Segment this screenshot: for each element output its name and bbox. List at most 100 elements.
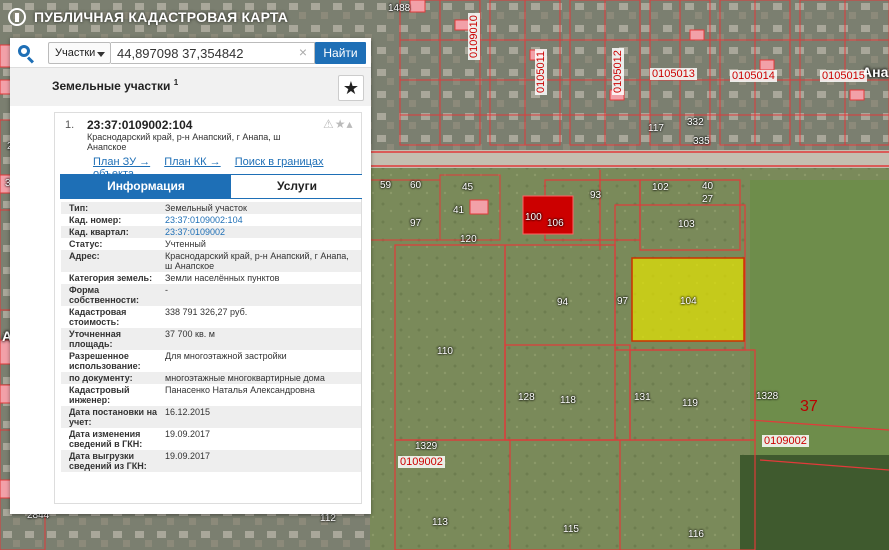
attribute-key: Кадастровая стоимость: (69, 307, 127, 327)
attribute-row: Форма собственности: - (61, 284, 361, 306)
results-header: Земельные участки 1 (10, 68, 371, 106)
cad-number-link[interactable]: 23:37:0109002:104 (161, 214, 361, 226)
card-action-icons: ⚠★▴ (323, 117, 354, 131)
map-plot-number: 115 (563, 524, 579, 535)
attribute-value: 19.09.2017 (165, 429, 211, 439)
attribute-row: Статус: Учтенный (61, 238, 361, 250)
map-plot-number: 45 (462, 182, 474, 193)
attribute-key: Дата изменения сведений в ГКН: (69, 429, 143, 449)
clear-icon[interactable]: × (296, 45, 310, 59)
map-plot-number: 103 (678, 219, 695, 230)
results-title: Земельные участки 1 (52, 78, 178, 93)
attribute-row: Дата изменения сведений в ГКН: 19.09.2017 (61, 428, 361, 450)
map-plot-number: 113 (432, 517, 448, 528)
map-plot-number: 97 (617, 296, 629, 307)
attribute-key: Кадастровый инженер: (69, 385, 130, 405)
map-plot-number: 104 (680, 296, 697, 307)
map-plot-number: 131 (634, 392, 651, 403)
attribute-value: 37 700 кв. м (165, 329, 215, 339)
attribute-value: многоэтажные многоквартирные дома (165, 373, 325, 383)
map-plot-number: 117 (648, 123, 664, 134)
search-input[interactable] (111, 42, 315, 64)
map-plot-number: 59 (380, 180, 392, 191)
map-quarter-label: 0105013 (650, 68, 697, 80)
attribute-key: Тип: (69, 203, 89, 213)
cad-quarter-link[interactable]: 23:37:0109002 (161, 226, 361, 238)
attribute-value: Для многоэтажной застройки (165, 351, 287, 361)
attribute-value: 16.12.2015 (165, 407, 211, 417)
attribute-row: Кад. квартал: 23:37:0109002 (61, 226, 361, 238)
attribute-value: Учтенный (165, 239, 206, 249)
result-index: 1. (65, 119, 75, 131)
map-plot-number: 93 (590, 190, 602, 201)
map-plot-number: 120 (460, 234, 477, 245)
map-plot-number: 112 (320, 513, 336, 524)
plan-kk-link[interactable]: План КК → (164, 156, 220, 168)
map-quarter-label: 0105012 (612, 48, 624, 95)
chevron-down-icon (97, 52, 105, 57)
map-plot-number: 106 (547, 218, 564, 229)
attribute-row: Адрес: Краснодарский край, р-н Анапский, … (61, 250, 361, 272)
result-tabs: Информация Услуги (60, 174, 363, 199)
map-plot-number: 27 (702, 194, 714, 205)
plan-zu-link[interactable]: План ЗУ → (93, 156, 150, 168)
attribute-value: Панасенко Наталья Александровна (165, 385, 315, 395)
map-plot-number: 100 (525, 212, 542, 223)
attribute-row: Кадастровая стоимость: 338 791 326,27 руб… (61, 306, 361, 328)
map-quarter-label: 0109010 (468, 13, 480, 60)
search-icon[interactable] (16, 44, 36, 64)
attribute-row: Тип: Земельный участок (61, 202, 361, 214)
attribute-key: Дата постановки на учет: (69, 407, 158, 427)
map-plot-number: 97 (410, 218, 422, 229)
object-type-select[interactable]: Участки (48, 42, 111, 64)
tab-services[interactable]: Услуги (231, 175, 363, 198)
warning-icon[interactable]: ⚠ (323, 117, 335, 131)
expand-icon[interactable]: ▴ (347, 117, 354, 131)
attribute-key: Разрешенное использование: (69, 351, 141, 371)
result-cad-number[interactable]: 23:37:0109002:104 (87, 118, 192, 132)
object-type-label: Участки (55, 47, 96, 59)
map-plot-number: 94 (557, 297, 569, 308)
map-plot-number: 102 (652, 182, 669, 193)
results-title-text: Земельные участки (52, 79, 171, 93)
attribute-key: Статус: (69, 239, 103, 249)
attribute-row: Уточненная площадь: 37 700 кв. м (61, 328, 361, 350)
map-plot-number: 335 (693, 136, 710, 147)
map-plot-number: 60 (410, 180, 422, 191)
map-plot-number: 119 (682, 398, 698, 409)
map-quarter-label: 0105014 (730, 70, 777, 82)
map-quarter-label: 0105015 (820, 70, 867, 82)
attribute-row: Кад. номер: 23:37:0109002:104 (61, 214, 361, 226)
find-button[interactable]: Найти (315, 42, 366, 64)
map-plot-number: 332 (687, 117, 704, 128)
map-plot-number: 118 (560, 395, 576, 406)
attribute-key: Кад. квартал: (69, 227, 129, 237)
search-bar: Участки × Найти (10, 38, 371, 68)
favorite-star-icon[interactable]: ★ (338, 75, 364, 101)
map-plot-number: 40 (702, 181, 714, 192)
map-quarter-label: 0105011 (535, 48, 547, 95)
search-panel: Участки × Найти Земельные участки 1 ★ 1.… (10, 38, 371, 514)
attribute-key: Кад. номер: (69, 215, 122, 225)
map-plot-number: 1488 (388, 3, 411, 14)
attribute-key: Адрес: (69, 251, 100, 261)
attributes-table: Тип: Земельный участок Кад. номер: 23:37:0… (61, 202, 361, 472)
rosreestr-logo-icon[interactable] (8, 8, 26, 26)
app-header: ПУБЛИЧНАЯ КАДАСТРОВАЯ КАРТА (0, 0, 370, 34)
attribute-value: 338 791 326,27 руб. (165, 307, 248, 317)
attribute-key: Уточненная площадь: (69, 329, 121, 349)
app-title: ПУБЛИЧНАЯ КАДАСТРОВАЯ КАРТА (34, 9, 289, 25)
map-plot-number: 1328 (756, 391, 779, 402)
map-plot-number: 1329 (415, 441, 438, 452)
star-icon[interactable]: ★ (335, 117, 347, 131)
map-quarter-label: 0109002 (398, 456, 445, 468)
attribute-value: Земельный участок (165, 203, 247, 213)
map-plot-number: 41 (453, 205, 465, 216)
map-cadastral-district-number: 37 (800, 398, 818, 415)
tab-information[interactable]: Информация (61, 175, 231, 198)
results-count: 1 (173, 78, 179, 87)
attribute-row: Кадастровый инженер: Панасенко Наталья Ал… (61, 384, 361, 406)
result-card: 1. 23:37:0109002:104 ⚠★▴ Краснодарский к… (54, 112, 363, 504)
attribute-value: Краснодарский край, р-н Анапский, г Анап… (165, 251, 349, 271)
attribute-row: Категория земель: Земли населённых пункто… (61, 272, 361, 284)
